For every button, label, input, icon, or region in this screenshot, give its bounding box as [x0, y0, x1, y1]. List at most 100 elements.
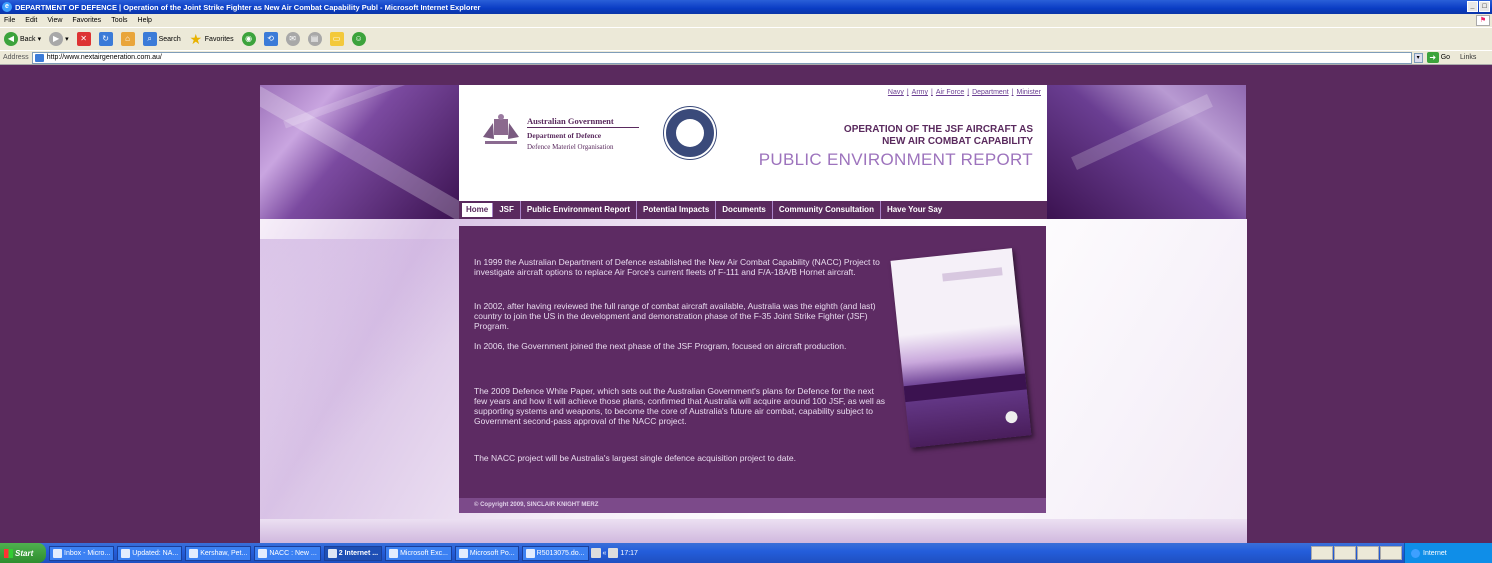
nav-have-your-say[interactable]: Have Your Say: [881, 201, 948, 219]
task-powerpoint[interactable]: Microsoft Po...: [454, 545, 519, 561]
badge-center: [676, 119, 704, 147]
forward-button[interactable]: ▶ ▾: [49, 32, 69, 46]
task-label: R5013075.do...: [536, 549, 585, 557]
search-label: Search: [158, 35, 181, 43]
task-updated[interactable]: Updated: NA...: [117, 545, 183, 561]
cover-label: [942, 267, 1003, 282]
toplink-air-force[interactable]: Air Force: [936, 89, 964, 96]
site-nav: Home JSF Public Environment Report Poten…: [459, 201, 1047, 219]
go-arrow-icon: ➜: [1426, 52, 1439, 63]
address-input[interactable]: http://www.nextairgeneration.com.au/: [31, 51, 1412, 64]
edit-button[interactable]: ▤: [307, 32, 322, 46]
menu-favorites[interactable]: Favorites: [72, 17, 101, 24]
menu-tools[interactable]: Tools: [111, 17, 127, 24]
site-title-line1: OPERATION OF THE JSF AIRCRAFT AS: [843, 124, 1033, 135]
main-content: In 1999 the Australian Department of Def…: [459, 226, 1046, 498]
paragraph-4: The 2009 Defence White Paper, which sets…: [474, 386, 886, 426]
windows-logo-icon: ⚑: [1476, 15, 1490, 26]
nav-public-environment-report[interactable]: Public Environment Report: [521, 201, 638, 219]
banner-left-image: [260, 85, 459, 219]
menu-file[interactable]: File: [4, 17, 15, 24]
refresh-button[interactable]: ↻: [98, 32, 113, 46]
history-button[interactable]: ⟲: [263, 32, 278, 46]
address-bar: Address http://www.nextairgeneration.com…: [0, 50, 1492, 65]
menu-edit[interactable]: Edit: [25, 17, 37, 24]
nav-home[interactable]: Home: [462, 203, 494, 217]
address-url: http://www.nextairgeneration.com.au/: [46, 53, 162, 61]
window-titlebar: e DEPARTMENT OF DEFENCE | Operation of t…: [0, 0, 1492, 14]
minimize-button[interactable]: _: [1467, 1, 1478, 12]
task-nacc[interactable]: NACC : New ...: [254, 545, 321, 561]
tray-expand-button[interactable]: «: [603, 550, 607, 557]
web-page: Navy | Army | Air Force | Department | Minis…: [0, 66, 1492, 543]
message-icon: [189, 548, 199, 558]
nav-potential-impacts[interactable]: Potential Impacts: [637, 201, 717, 219]
links-button[interactable]: Links: [1460, 54, 1476, 61]
tray-network-icon[interactable]: [608, 548, 619, 558]
toplink-navy[interactable]: Navy: [888, 89, 904, 96]
go-button[interactable]: ➜ Go: [1426, 52, 1450, 63]
department-of-defence-text: Department of Defence: [527, 131, 602, 140]
toplink-department[interactable]: Department: [972, 89, 1009, 96]
stop-button[interactable]: ✕: [76, 32, 91, 46]
forward-arrow-icon: ▶: [49, 32, 64, 46]
toolbar: ◀ Back ▾ ▶ ▾ ✕ ↻ ⌂ ⌕ Search ★ Favorites …: [0, 27, 1492, 50]
favorites-star-icon: ★: [189, 31, 203, 47]
address-dropdown-icon[interactable]: ▾: [1413, 52, 1423, 63]
mail-icon: ✉: [285, 32, 300, 46]
mail-button[interactable]: ✉: [285, 32, 300, 46]
task-label: Microsoft Po...: [469, 549, 515, 557]
media-button[interactable]: ◉: [241, 32, 256, 46]
home-button[interactable]: ⌂: [120, 32, 135, 46]
internet-zone: Internet: [1404, 543, 1492, 563]
status-seg: [1311, 546, 1333, 560]
folder-button[interactable]: ▭: [329, 32, 344, 46]
menu-help[interactable]: Help: [138, 17, 152, 24]
messenger-button[interactable]: ☺: [351, 32, 366, 46]
favorites-label: Favorites: [204, 35, 234, 43]
nav-jsf[interactable]: JSF: [493, 201, 521, 219]
tray-app-icon[interactable]: [590, 548, 601, 558]
menu-view[interactable]: View: [47, 17, 62, 24]
forward-dropdown-icon[interactable]: ▾: [65, 35, 69, 43]
cover-seal-icon: [1004, 410, 1019, 424]
search-button[interactable]: ⌕ Search: [142, 32, 181, 46]
task-label: Updated: NA...: [132, 549, 179, 557]
copyright-bar: © Copyright 2009, SINCLAIR KNIGHT MERZ: [459, 498, 1046, 513]
start-button[interactable]: Start: [0, 543, 46, 563]
search-icon: ⌕: [142, 32, 157, 46]
status-seg: [1357, 546, 1379, 560]
task-label: NACC : New ...: [269, 549, 317, 557]
back-button[interactable]: ◀ Back ▾: [4, 32, 41, 46]
back-dropdown-icon[interactable]: ▾: [38, 35, 42, 43]
word-icon: [525, 548, 535, 558]
globe-icon: [1411, 548, 1420, 558]
task-word-doc[interactable]: R5013075.do...: [521, 545, 589, 561]
window-controls: _ □: [1467, 1, 1490, 12]
australian-government-text: Australian Government: [527, 116, 639, 128]
taskbar-clock: 17:17: [620, 549, 638, 557]
toplink-army[interactable]: Army: [912, 89, 928, 96]
nav-community-consultation[interactable]: Community Consultation: [773, 201, 881, 219]
site-title-line2: NEW AIR COMBAT CAPABILITY: [882, 136, 1033, 147]
task-kershaw[interactable]: Kershaw, Pet...: [185, 545, 252, 561]
history-icon: ⟲: [263, 32, 278, 46]
refresh-icon: ↻: [98, 32, 113, 46]
menu-bar: File Edit View Favorites Tools Help ⚑: [0, 14, 1492, 27]
task-label: Kershaw, Pet...: [200, 549, 248, 557]
address-label: Address: [3, 54, 29, 61]
task-inbox[interactable]: Inbox - Micro...: [49, 545, 115, 561]
task-label: Inbox - Micro...: [64, 549, 111, 557]
favorites-button[interactable]: ★ Favorites: [189, 32, 234, 46]
maximize-button[interactable]: □: [1479, 1, 1490, 12]
nav-documents[interactable]: Documents: [716, 201, 773, 219]
media-icon: ◉: [241, 32, 256, 46]
task-excel[interactable]: Microsoft Exc...: [385, 545, 452, 561]
task-internet[interactable]: 2 Internet ...: [323, 545, 383, 561]
toplink-minister[interactable]: Minister: [1016, 89, 1041, 96]
site-header: Navy | Army | Air Force | Department | Minis…: [459, 85, 1047, 201]
back-arrow-icon: ◀: [4, 32, 18, 46]
report-cover-image[interactable]: [890, 248, 1032, 448]
system-tray-mini: « 17:17: [590, 548, 638, 558]
govt-wordmark: Australian Government Department of Defe…: [527, 116, 639, 151]
